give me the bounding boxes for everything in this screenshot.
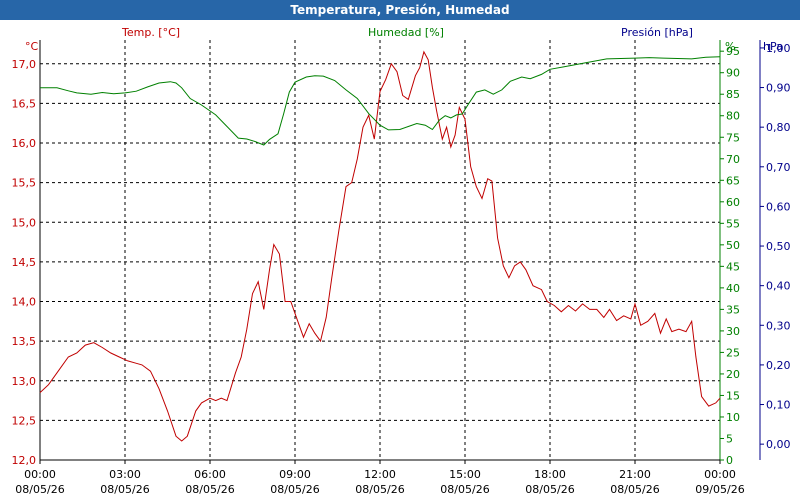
humidity-tick-label: 45 [726, 260, 740, 273]
humidity-tick-label: 40 [726, 282, 740, 295]
x-tick-label-time: 03:00 [109, 468, 141, 481]
humidity-unit-label: % [725, 40, 735, 53]
x-tick-label-time: 15:00 [449, 468, 481, 481]
x-tick-label-time: 00:00 [24, 468, 56, 481]
humidity-tick-label: 35 [726, 303, 740, 316]
pressure-tick-label: 0,10 [766, 399, 791, 412]
temp-tick-label: 15,0 [12, 216, 37, 229]
pressure-tick-label: 0,30 [766, 319, 791, 332]
temp-tick-label: 16,0 [12, 137, 37, 150]
x-tick-label-time: 18:00 [534, 468, 566, 481]
humidity-series-label: Humedad [%] [368, 26, 444, 39]
x-tick-label-date: 08/05/26 [355, 483, 404, 496]
humidity-tick-label: 70 [726, 153, 740, 166]
humidity-tick-label: 15 [726, 389, 740, 402]
temp-tick-label: 12,0 [12, 454, 37, 467]
humidity-tick-label: 85 [726, 88, 740, 101]
pressure-series-label: Presión [hPa] [621, 26, 693, 39]
x-tick-label-date: 08/05/26 [185, 483, 234, 496]
humidity-tick-label: 75 [726, 131, 740, 144]
pressure-tick-label: 0,60 [766, 200, 791, 213]
humidity-tick-label: 60 [726, 196, 740, 209]
humidity-tick-label: 10 [726, 411, 740, 424]
x-tick-label-time: 21:00 [619, 468, 651, 481]
temp-tick-label: 13,0 [12, 375, 37, 388]
x-tick-label-time: 00:00 [704, 468, 736, 481]
temp-tick-label: 14,0 [12, 296, 37, 309]
pressure-tick-label: 0,50 [766, 240, 791, 253]
temp-tick-label: 13,5 [12, 335, 37, 348]
chart-canvas: 00:00 08/05/26 03:00 08/05/26 06:00 08/05/26 0… [12, 26, 791, 496]
x-tick-label-time: 06:00 [194, 468, 226, 481]
x-tick-label-date: 09/05/26 [695, 483, 744, 496]
x-tick-label-time: 12:00 [364, 468, 396, 481]
x-tick-label-date: 08/05/26 [270, 483, 319, 496]
pressure-tick-label: 0,90 [766, 82, 791, 95]
temp-tick-label: 16,5 [12, 97, 37, 110]
humidity-tick-label: 90 [726, 67, 740, 80]
humidity-tick-label: 5 [726, 432, 733, 445]
humidity-tick-label: 0 [726, 454, 733, 467]
x-tick-label-date: 08/05/26 [440, 483, 489, 496]
humidity-tick-label: 80 [726, 110, 740, 123]
humidity-tick-label: 20 [726, 368, 740, 381]
pressure-tick-label: 0,20 [766, 359, 791, 372]
x-tick-label-time: 09:00 [279, 468, 311, 481]
pressure-tick-label: 0,00 [766, 438, 791, 451]
humidity-tick-label: 25 [726, 346, 740, 359]
pressure-tick-label: 0,70 [766, 161, 791, 174]
x-tick-label-date: 08/05/26 [525, 483, 574, 496]
temp-unit-label: °C [25, 40, 39, 53]
temp-tick-label: 17,0 [12, 58, 37, 71]
x-tick-label-date: 08/05/26 [100, 483, 149, 496]
temp-tick-label: 14,5 [12, 256, 37, 269]
temp-series-label: Temp. [°C] [121, 26, 180, 39]
humidity-tick-label: 55 [726, 217, 740, 230]
humidity-tick-label: 30 [726, 325, 740, 338]
pressure-unit-label: hPa [763, 40, 783, 53]
temp-tick-label: 15,5 [12, 177, 37, 190]
pressure-tick-label: 0,80 [766, 121, 791, 134]
x-tick-label-date: 08/05/26 [15, 483, 64, 496]
x-tick-label-date: 08/05/26 [610, 483, 659, 496]
humidity-tick-label: 50 [726, 239, 740, 252]
humidity-tick-label: 65 [726, 174, 740, 187]
temp-tick-label: 12,5 [12, 414, 37, 427]
pressure-tick-label: 0,40 [766, 280, 791, 293]
